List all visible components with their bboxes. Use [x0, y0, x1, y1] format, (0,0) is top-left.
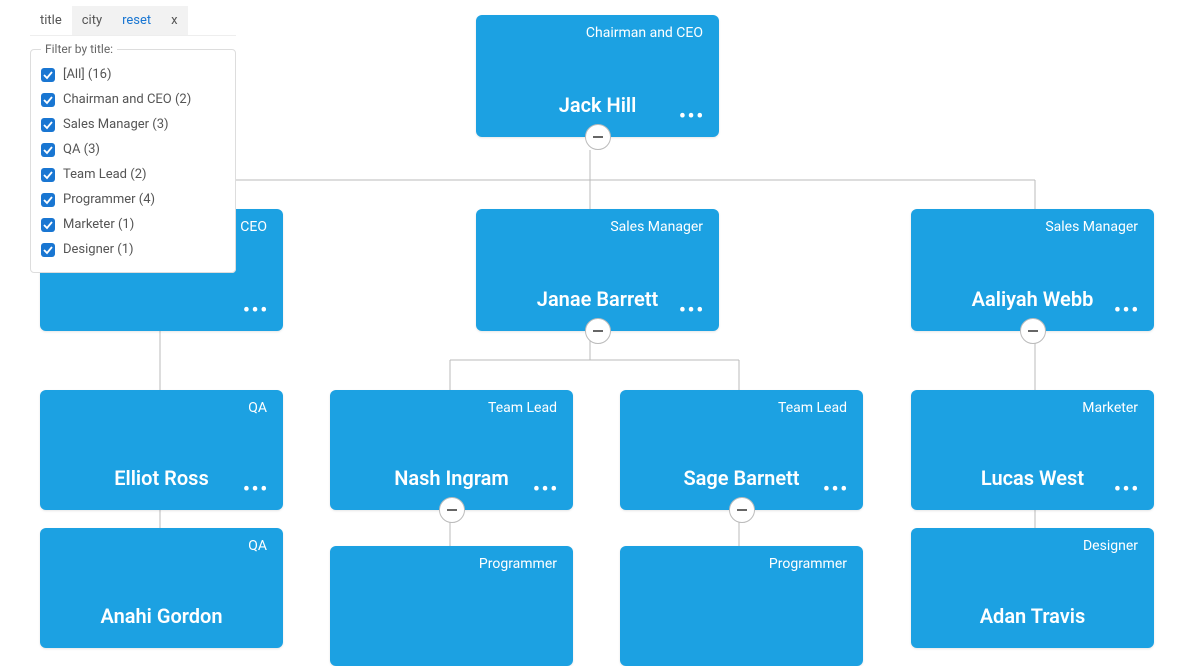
filter-option[interactable]: Team Lead (2) [41, 162, 225, 187]
filter-option-label: Chairman and CEO (2) [63, 92, 191, 107]
menu-dots-icon[interactable]: ••• [243, 486, 269, 494]
node-lucas[interactable]: Marketer Lucas West ••• [911, 390, 1154, 510]
node-name: Adan Travis [911, 604, 1154, 628]
menu-dots-icon[interactable]: ••• [533, 486, 559, 494]
menu-dots-icon[interactable]: ••• [679, 113, 705, 121]
node-anahi[interactable]: QA Anahi Gordon [40, 528, 283, 648]
menu-dots-icon[interactable]: ••• [1114, 486, 1140, 494]
node-role: Programmer [769, 556, 847, 572]
collapse-toggle[interactable] [585, 124, 611, 150]
filter-fieldset: Filter by title: [All] (16) Chairman and… [30, 42, 236, 273]
checkbox-checked-icon[interactable] [41, 218, 55, 232]
node-role: Marketer [1082, 400, 1138, 416]
node-role: Designer [1083, 538, 1138, 554]
menu-dots-icon[interactable]: ••• [243, 307, 269, 315]
org-chart-canvas[interactable]: Chairman and CEO Jack Hill ••• CEO ••• S… [0, 0, 1200, 630]
tab-title[interactable]: title [30, 6, 72, 35]
filter-option[interactable]: Marketer (1) [41, 212, 225, 237]
node-programmer-2[interactable]: Programmer [620, 546, 863, 666]
filter-option[interactable]: Chairman and CEO (2) [41, 87, 225, 112]
node-role: Sales Manager [1045, 219, 1138, 235]
checkbox-checked-icon[interactable] [41, 68, 55, 82]
node-role: QA [248, 538, 267, 554]
collapse-toggle[interactable] [439, 497, 465, 523]
filter-option-label: Designer (1) [63, 242, 134, 257]
checkbox-checked-icon[interactable] [41, 168, 55, 182]
node-role: Chairman and CEO [586, 25, 703, 41]
filter-option[interactable]: QA (3) [41, 137, 225, 162]
filter-option-label: Marketer (1) [63, 217, 134, 232]
node-aaliyah[interactable]: Sales Manager Aaliyah Webb ••• [911, 209, 1154, 331]
filter-option-label: Team Lead (2) [63, 167, 147, 182]
node-name: Anahi Gordon [40, 604, 283, 628]
checkbox-checked-icon[interactable] [41, 193, 55, 207]
filter-panel: title city reset x Filter by title: [All… [30, 6, 236, 273]
filter-legend: Filter by title: [41, 42, 117, 56]
node-role: Team Lead [488, 400, 557, 416]
node-adan[interactable]: Designer Adan Travis [911, 528, 1154, 648]
filter-option-label: Programmer (4) [63, 192, 155, 207]
node-role: QA [248, 400, 267, 416]
filter-option[interactable]: Programmer (4) [41, 187, 225, 212]
filter-option-label: Sales Manager (3) [63, 117, 169, 132]
filter-option-label: [All] (16) [63, 67, 112, 82]
filter-tabs: title city reset x [30, 6, 236, 36]
collapse-toggle[interactable] [1020, 318, 1046, 344]
node-role: Programmer [479, 556, 557, 572]
checkbox-checked-icon[interactable] [41, 143, 55, 157]
node-janae[interactable]: Sales Manager Janae Barrett ••• [476, 209, 719, 331]
tab-reset[interactable]: reset [112, 6, 161, 35]
menu-dots-icon[interactable]: ••• [1114, 307, 1140, 315]
filter-option-label: QA (3) [63, 142, 100, 157]
node-nash[interactable]: Team Lead Nash Ingram ••• [330, 390, 573, 510]
checkbox-checked-icon[interactable] [41, 118, 55, 132]
node-sage[interactable]: Team Lead Sage Barnett ••• [620, 390, 863, 510]
collapse-toggle[interactable] [585, 318, 611, 344]
node-root[interactable]: Chairman and CEO Jack Hill ••• [476, 15, 719, 137]
node-elliot[interactable]: QA Elliot Ross ••• [40, 390, 283, 510]
node-role: Team Lead [778, 400, 847, 416]
filter-option[interactable]: Designer (1) [41, 237, 225, 262]
menu-dots-icon[interactable]: ••• [679, 307, 705, 315]
filter-option[interactable]: [All] (16) [41, 62, 225, 87]
checkbox-checked-icon[interactable] [41, 93, 55, 107]
checkbox-checked-icon[interactable] [41, 243, 55, 257]
node-role: Sales Manager [610, 219, 703, 235]
collapse-toggle[interactable] [729, 497, 755, 523]
node-role: CEO [240, 219, 267, 235]
tab-city[interactable]: city [72, 6, 112, 35]
filter-option[interactable]: Sales Manager (3) [41, 112, 225, 137]
menu-dots-icon[interactable]: ••• [823, 486, 849, 494]
node-programmer-1[interactable]: Programmer [330, 546, 573, 666]
tab-close[interactable]: x [161, 6, 187, 35]
